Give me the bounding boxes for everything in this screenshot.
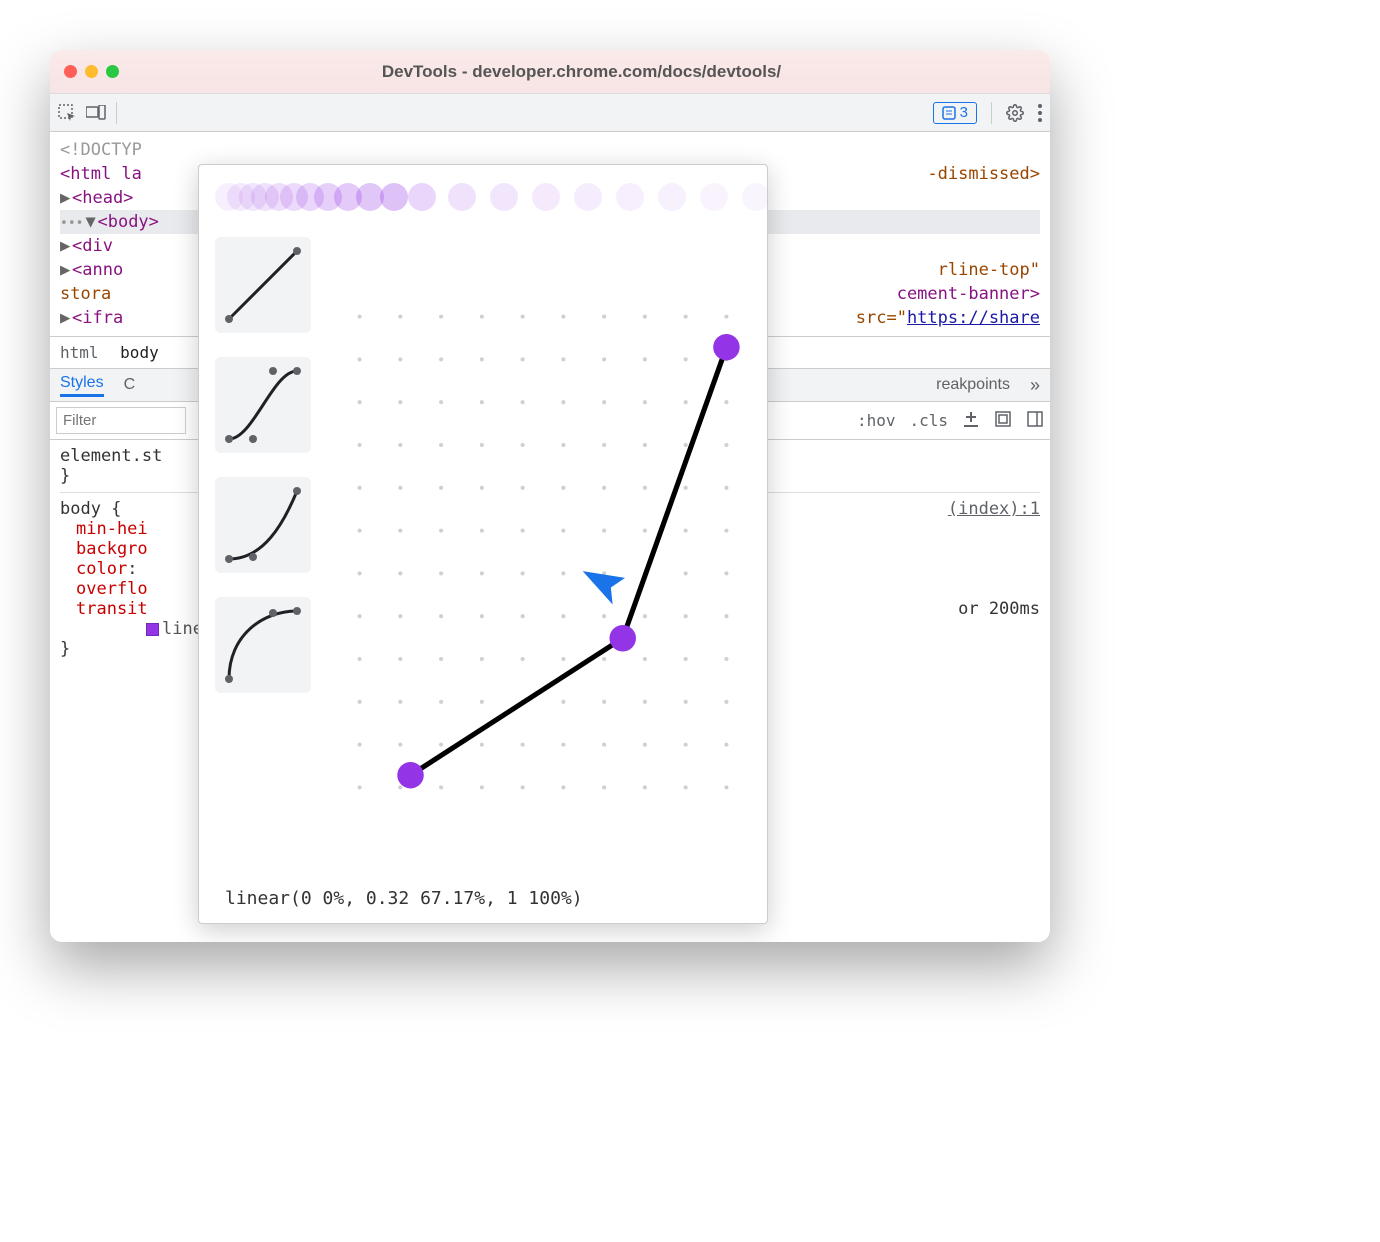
anno-tag[interactable]: <anno [72,260,123,280]
close-trail: cement-banner> [897,284,1040,304]
expand-caret-icon[interactable]: ▶ [60,188,72,208]
src-link[interactable]: https://share [907,308,1040,328]
window-title: DevTools - developer.chrome.com/docs/dev… [127,62,1036,82]
src-attr: src=" [856,308,907,328]
stora-text: stora [60,284,111,304]
preset-ease-out[interactable] [215,597,311,693]
preset-ease-in-out[interactable] [215,357,311,453]
easing-swatch-icon[interactable] [146,623,159,636]
hov-toggle[interactable]: :hov [857,411,896,430]
maximize-icon[interactable] [106,65,119,78]
body-tag[interactable]: <body> [97,212,158,232]
cls-toggle[interactable]: .cls [909,411,948,430]
prop-min-height[interactable]: min-hei [76,519,148,539]
issues-count: 3 [960,104,968,121]
div-tag[interactable]: <div [72,236,113,256]
tab-computed-trunc[interactable]: C [124,376,136,394]
doctype-node: <!DOCTYP [60,140,142,160]
curve-handle[interactable] [397,762,423,788]
titlebar: DevTools - developer.chrome.com/docs/dev… [50,50,1050,94]
toolbar-divider [991,102,992,124]
iframe-tag[interactable]: <ifra [72,308,123,328]
more-tabs-icon[interactable]: » [1030,375,1040,396]
transition-trail: or 200ms [958,599,1040,619]
head-tag[interactable]: <head> [72,188,133,208]
prop-background[interactable]: backgro [76,539,148,559]
new-rule-icon[interactable] [962,410,980,432]
close-icon[interactable] [64,65,77,78]
easing-presets [199,229,319,873]
preset-ease-in[interactable] [215,477,311,573]
devtools-window: DevTools - developer.chrome.com/docs/dev… [50,50,1050,942]
main-panel: <!DOCTYP <html la -dismissed> ▶<head> ••… [50,132,1050,942]
computed-sidebar-icon[interactable] [994,410,1012,432]
source-link[interactable]: (index):1 [948,499,1040,519]
preview-trail [229,183,767,211]
easing-preview [199,165,767,229]
preset-linear[interactable] [215,237,311,333]
collapse-caret-icon[interactable]: ▼ [85,212,97,232]
toggle-sidebar-icon[interactable] [1026,410,1044,432]
expand-caret-icon[interactable]: ▶ [60,260,72,280]
expand-caret-icon[interactable]: ▶ [60,236,72,256]
breadcrumb-html[interactable]: html [60,343,99,362]
grid-dots [358,315,729,790]
prop-overflow[interactable]: overflo [76,579,148,599]
expand-caret-icon[interactable]: ▶ [60,308,72,328]
tab-breakpoints-trunc[interactable]: reakpoints [936,376,1010,394]
curve-handle[interactable] [609,625,635,651]
curve-handle[interactable] [713,334,739,360]
prop-transition[interactable]: transit [76,599,148,619]
html-trail: -dismissed> [927,164,1040,184]
kebab-menu-icon[interactable] [1038,104,1042,122]
body-selector: body { [60,499,121,519]
easing-curve-editor[interactable] [319,229,767,873]
toolbar-divider [116,102,117,124]
prop-color[interactable]: color [76,559,127,579]
html-open: <html la [60,164,142,184]
easing-editor-popup: linear(0 0%, 0.32 67.17%, 1 100%) [198,164,768,924]
filter-input[interactable] [56,407,186,434]
attr-trail: rline-top" [938,260,1040,280]
inspect-icon[interactable] [58,104,76,122]
devtools-toolbar: 3 [50,94,1050,132]
issues-badge[interactable]: 3 [933,102,977,124]
breadcrumb-body[interactable]: body [120,343,159,362]
easing-value-text: linear(0 0%, 0.32 67.17%, 1 100%) [199,873,767,923]
selection-marker-icon: ••• [60,216,83,231]
element-style-selector: element.st [60,446,162,466]
gear-icon[interactable] [1006,104,1024,122]
tab-styles[interactable]: Styles [60,374,104,397]
traffic-lights [64,65,119,78]
device-toggle-icon[interactable] [86,105,106,121]
minimize-icon[interactable] [85,65,98,78]
